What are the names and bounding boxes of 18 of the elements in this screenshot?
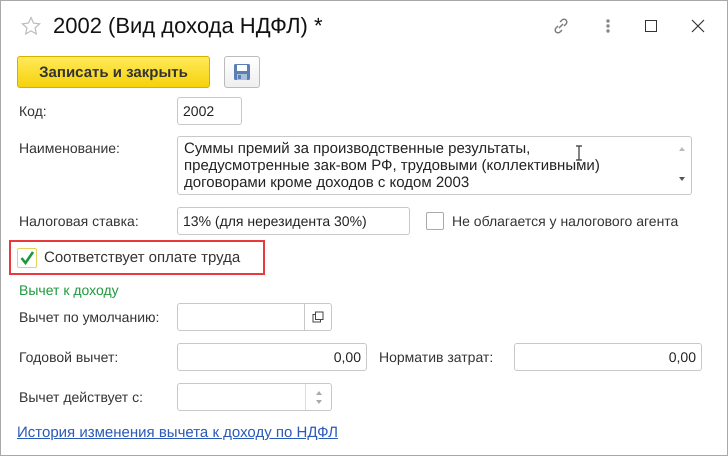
field-label: Наименование: <box>19 139 121 156</box>
save-and-close-button[interactable]: Записать и закрыть <box>17 56 210 88</box>
name-field[interactable]: Суммы премий за производственные результаты, предусмотренные зак-вом РФ, трудовыми (коллективными) договорами кроме доходов с кодом 2003 <box>177 136 692 195</box>
checkbox-label[interactable]: Соответствует оплате труда <box>44 249 240 266</box>
checkbox-label[interactable]: Не облагается у налогового агента <box>452 213 678 229</box>
field-label: Налоговая ставка: <box>19 213 140 229</box>
field-label: Код: <box>19 103 48 119</box>
section-title: Вычет к доходу <box>18 281 120 300</box>
code-field[interactable]: 2002 <box>177 97 242 125</box>
field-label: Норматив затрат: <box>379 349 494 365</box>
field-label: Вычет действует с: <box>19 389 144 405</box>
field-label: Годовой вычет: <box>19 349 120 365</box>
tax-rate-field[interactable]: 13% (для нерезидента 30%) <box>177 207 410 235</box>
window-title: 2002 (Вид дохода НДФЛ) * <box>53 13 323 39</box>
field-label: Вычет по умолчанию: <box>19 309 160 325</box>
annual-deduction-field[interactable]: 0,00 <box>177 343 367 371</box>
history-link[interactable]: История изменения вычета к доходу по НДФЛ <box>17 424 338 441</box>
cost-norm-field[interactable]: 0,00 <box>514 343 702 371</box>
